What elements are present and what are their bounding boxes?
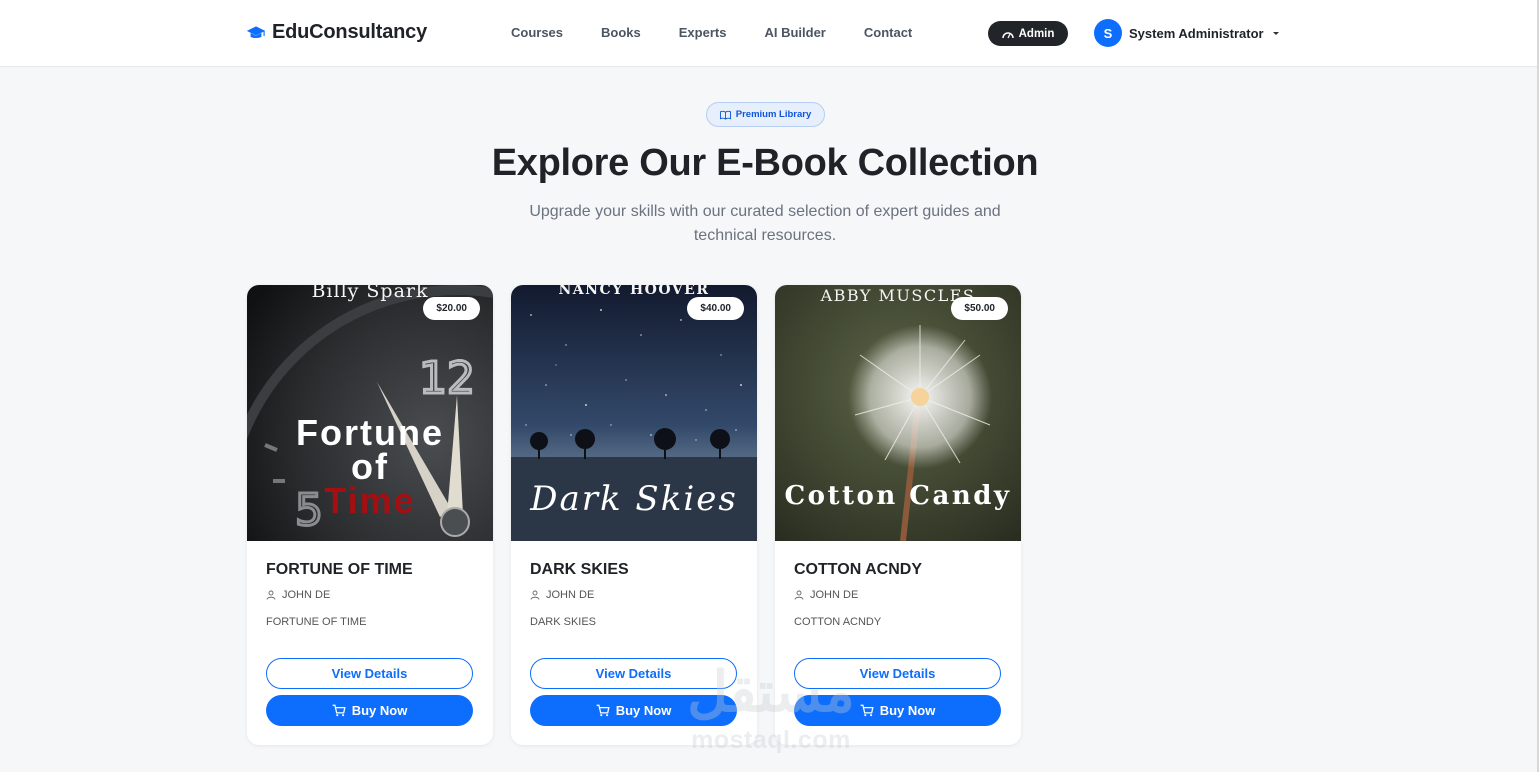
buy-now-label: Buy Now <box>351 703 408 718</box>
nav-link-courses[interactable]: Courses <box>511 25 563 40</box>
watermark-latin: mostaql.com <box>691 726 851 754</box>
buy-now-label: Buy Now <box>615 703 672 718</box>
badge-label: Premium Library <box>735 109 812 120</box>
cover-title-line: Fortune <box>296 412 444 453</box>
watermark-arabic: مستقل <box>687 660 855 723</box>
buy-now-label: Buy Now <box>879 703 936 718</box>
price-badge: $40.00 <box>687 297 744 320</box>
book-description: DARK SKIES <box>530 616 597 628</box>
price-badge: $50.00 <box>951 297 1008 320</box>
user-icon <box>530 590 540 600</box>
book-description: COTTON ACNDY <box>794 616 882 628</box>
user-name: System Administrator <box>1129 25 1264 41</box>
author-name: JOHN DE <box>282 589 331 601</box>
book-cover-image[interactable]: 12 5 Billy Spark Fortune of Time $20.00 <box>247 285 493 541</box>
main-nav: Courses Books Experts AI Builder Contact <box>511 25 950 40</box>
cover-title: Dark Skies <box>530 479 738 519</box>
chevron-down-icon <box>1272 31 1279 35</box>
open-book-icon <box>719 110 731 120</box>
page-subtitle: Upgrade your skills with our curated sel… <box>529 203 1001 244</box>
author-name: JOHN DE <box>546 589 595 601</box>
nav-link-contact[interactable]: Contact <box>864 25 912 40</box>
book-card: 12 5 Billy Spark Fortune of Time $20.00 … <box>247 285 493 745</box>
book-author: JOHN DE <box>794 589 1002 601</box>
admin-button[interactable]: Admin <box>988 21 1068 46</box>
top-navbar: EduConsultancy Courses Books Experts AI … <box>0 0 1539 67</box>
price-badge: $20.00 <box>423 297 480 320</box>
cover-title-line: of <box>351 446 389 487</box>
dashboard-gauge-icon <box>1001 31 1014 38</box>
cover-title: Fortune of Time <box>247 412 493 521</box>
book-title[interactable]: FORTUNE OF TIME <box>266 561 474 579</box>
graduation-cap-icon <box>246 25 266 38</box>
premium-library-badge: Premium Library <box>706 102 825 127</box>
book-description: FORTUNE OF TIME <box>266 616 367 628</box>
user-icon <box>794 590 804 600</box>
svg-text:12: 12 <box>419 353 475 404</box>
nav-link-books[interactable]: Books <box>601 25 641 40</box>
cart-icon <box>596 704 610 717</box>
book-title[interactable]: DARK SKIES <box>530 561 738 579</box>
author-name: JOHN DE <box>810 589 859 601</box>
book-author: JOHN DE <box>266 589 474 601</box>
cover-title: Cotton Candy <box>784 481 1012 511</box>
book-cover-image[interactable]: ABBY MUSCLES Cotton Candy $50.00 <box>775 285 1021 541</box>
user-menu[interactable]: S System Administrator <box>1094 19 1279 47</box>
book-title[interactable]: COTTON ACNDY <box>794 561 1002 579</box>
avatar: S <box>1094 19 1122 47</box>
cart-icon <box>332 704 346 717</box>
user-icon <box>266 590 276 600</box>
nav-link-experts[interactable]: Experts <box>679 25 727 40</box>
nav-link-ai-builder[interactable]: AI Builder <box>764 25 825 40</box>
buy-now-button[interactable]: Buy Now <box>266 695 473 726</box>
book-author: JOHN DE <box>530 589 738 601</box>
book-cover-image[interactable]: NANCY HOOVER Dark Skies $40.00 <box>511 285 757 541</box>
cover-title-line: Time <box>324 480 416 521</box>
brand-name: EduConsultancy <box>272 21 427 43</box>
view-details-button[interactable]: View Details <box>266 658 473 689</box>
page-title: Explore Our E-Book Collection <box>491 142 1039 184</box>
watermark: مستقل mostaql.com <box>676 660 866 760</box>
brand-logo[interactable]: EduConsultancy <box>246 21 427 44</box>
admin-label: Admin <box>1018 27 1055 40</box>
